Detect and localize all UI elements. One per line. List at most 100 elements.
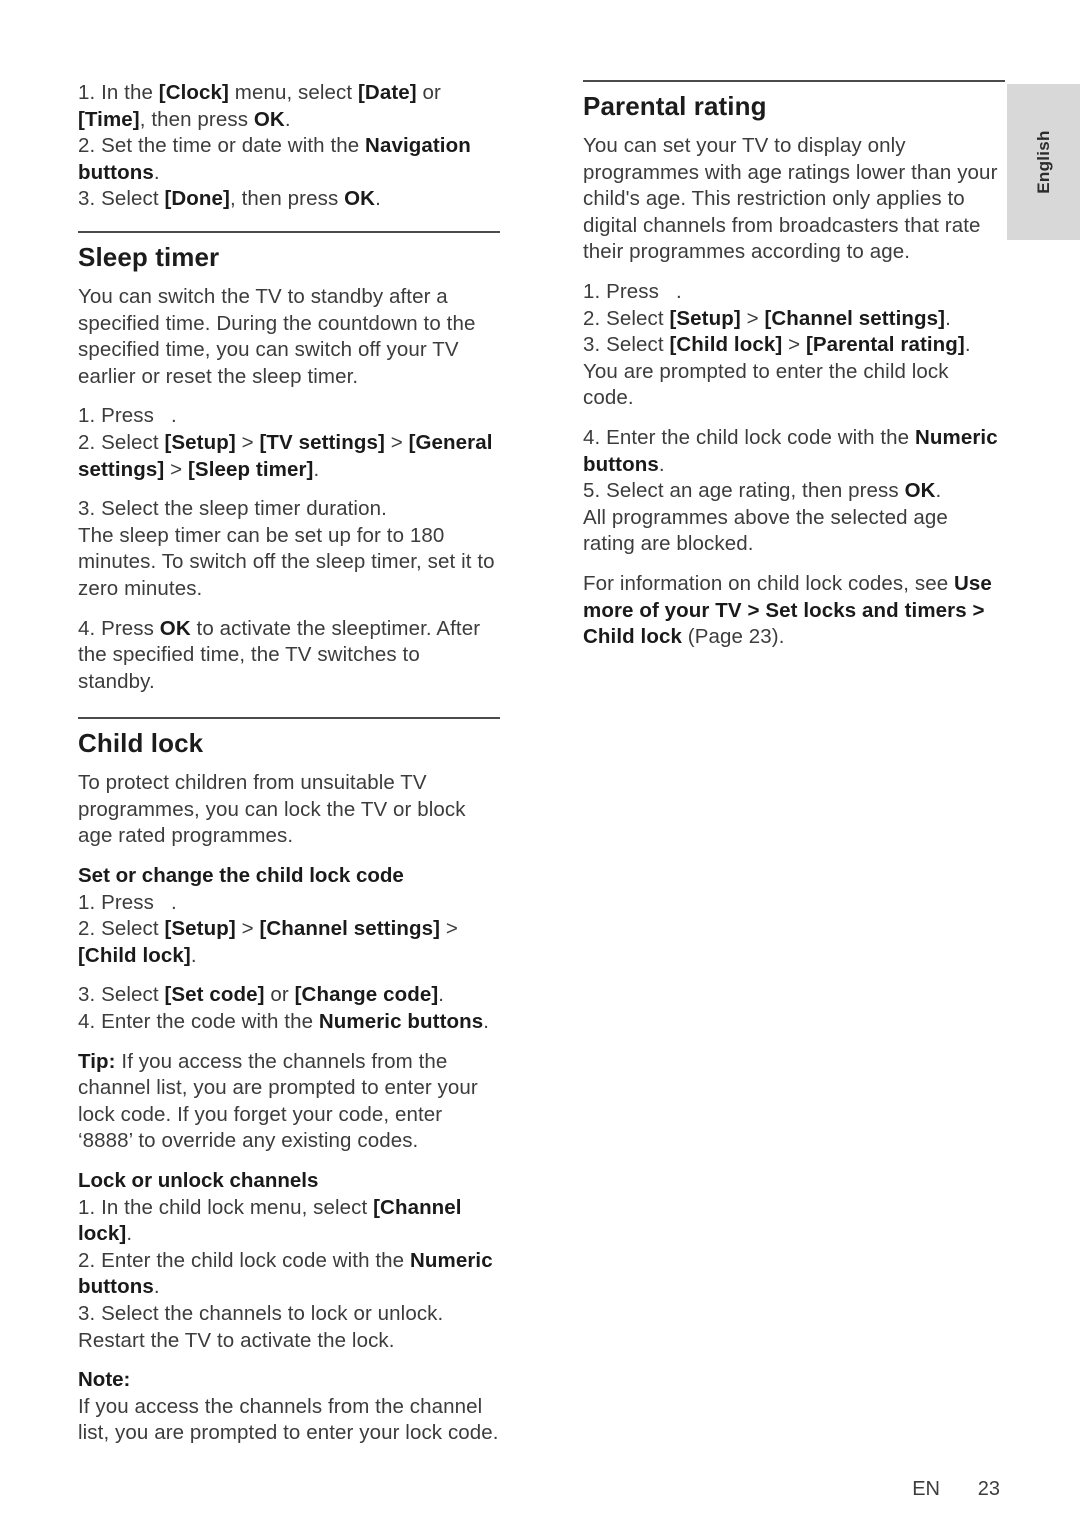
tip-label: Tip: [78, 1049, 116, 1073]
clock-step1-end: . [284, 107, 291, 131]
ok-token-2: OK [344, 187, 376, 211]
pr-step1: 1. Press [583, 279, 659, 303]
clock-step2-end: . [153, 160, 160, 184]
pr-step2-end: . [945, 306, 951, 330]
sleep-timer-step-4: 4. Press OK to activate the sleeptimer. … [78, 616, 500, 696]
footer-language-code: EN [912, 1478, 940, 1500]
lu-step2-prefix: 2. Enter the child lock code with the [78, 1248, 410, 1272]
lu-step1-prefix: 1. In the child lock menu, select [78, 1195, 374, 1219]
lu-step1-end: . [126, 1222, 133, 1246]
clock-menu-token: [Clock] [158, 81, 229, 104]
left-column: 1. In the [Clock] menu, select [Date] or… [78, 80, 500, 1460]
note-label: Note: [78, 1368, 131, 1392]
pr-step1-end: . [676, 279, 682, 303]
pr-gt-1: > [740, 306, 765, 330]
tip-body: If you access the channels from the chan… [78, 1049, 478, 1153]
setup-token-cl: [Setup] [164, 917, 236, 941]
xref-prefix: For information on child lock codes, see [583, 571, 954, 595]
pr-step3-end: . [964, 333, 971, 357]
pr-step5-prefix: 5. Select an age rating, then press [583, 479, 905, 503]
child-lock-token-cl: [Child lock] [78, 943, 191, 967]
sleep-gt-1: > [235, 430, 260, 454]
cl-step2-end: . [190, 943, 197, 967]
cl-step1-end: . [171, 890, 177, 914]
clock-step1-mid: menu, select [228, 81, 358, 104]
sleep-timer-token: [Sleep timer] [188, 457, 314, 481]
parental-rating-intro: You can set your TV to display only prog… [583, 134, 998, 264]
ok-token-1: OK [253, 107, 285, 131]
child-lock-intro: To protect children from unsuitable TV p… [78, 771, 466, 848]
sleep-gt-2: > [384, 430, 409, 454]
tv-settings-token: [TV settings] [259, 430, 385, 454]
lock-unlock-steps: 1. In the child lock menu, select [Chann… [78, 1195, 500, 1355]
sleep-step1-end: . [171, 404, 177, 428]
heading-sleep-timer: Sleep timer [78, 241, 220, 272]
channel-settings-token-pr: [Channel settings] [764, 306, 946, 330]
right-column: Parental rating You can set your TV to d… [583, 80, 1005, 664]
child-lock-token-pr: [Child lock] [669, 333, 783, 357]
sleep-step2-prefix: 2. Select [78, 430, 165, 454]
clock-steps-paragraph: 1. In the [Clock] menu, select [Date] or… [78, 80, 500, 213]
heading-child-lock: Child lock [78, 728, 204, 759]
pr-step4-prefix: 4. Enter the child lock code with the [583, 425, 915, 449]
cl-step3-or: or [264, 983, 295, 1007]
setup-token-pr: [Setup] [669, 306, 741, 330]
sleep-step1: 1. Press [78, 404, 154, 428]
numeric-buttons-token-1: Numeric buttons [318, 1010, 484, 1034]
clock-step3-prefix: 3. Select [78, 187, 165, 211]
parental-rating-token: [Parental rating] [805, 333, 965, 357]
time-token: [Time] [78, 107, 140, 131]
subheading-lock-unlock-channels: Lock or unlock channels [78, 1169, 319, 1192]
pr-step2-prefix: 2. Select [583, 306, 670, 330]
sleep-timer-step-3: 3. Select the sleep timer duration. The … [78, 496, 500, 602]
page-footer: EN 23 [0, 1478, 1000, 1501]
date-token: [Date] [357, 81, 417, 104]
cl-step3-prefix: 3. Select [78, 983, 165, 1007]
pr-gt-2: > [782, 333, 806, 357]
subheading-set-change-code: Set or change the child lock code [78, 864, 404, 888]
parental-rating-steps-4-5: 4. Enter the child lock code with the Nu… [583, 425, 1005, 558]
sleep-step3-note: The sleep timer can be set up for to 180… [78, 523, 495, 600]
section-child-lock: Child lock [78, 717, 500, 759]
footer-page-number: 23 [977, 1478, 1000, 1500]
cl-step4-end: . [483, 1010, 490, 1034]
pr-step5-note: All programmes above the selected age ra… [583, 505, 948, 556]
change-code-token: [Change code] [294, 983, 439, 1007]
sleep-gt-3: > [164, 457, 188, 481]
setup-token-sleep: [Setup] [164, 430, 236, 454]
clock-step1-prefix: 1. In the [78, 81, 159, 104]
sleep-timer-intro: You can switch the TV to standby after a… [78, 284, 476, 388]
cl-step3-end: . [438, 983, 445, 1007]
ok-token-3: OK [159, 616, 191, 640]
sleep-step3: 3. Select the sleep timer duration. [78, 497, 387, 521]
section-parental-rating: Parental rating [583, 80, 1005, 122]
done-token: [Done] [164, 187, 230, 211]
section-sleep-timer: Sleep timer [78, 230, 500, 273]
clock-step1-then: , then press [139, 107, 254, 131]
parental-rating-crossref: For information on child lock codes, see… [583, 571, 1005, 651]
xref-page: (Page 23). [681, 625, 785, 649]
clock-step1-or: or [416, 81, 441, 104]
clock-step3-mid: , then press [229, 187, 345, 211]
cl-gt-1: > [235, 917, 260, 941]
parental-rating-steps-1-3: 1. Press. 2. Select [Setup] > [Channel s… [583, 279, 1005, 412]
pr-step3-note: You are prompted to enter the child lock… [583, 359, 949, 410]
lu-step2-end: . [153, 1275, 160, 1299]
clock-step2-prefix: 2. Set the time or date with the [78, 134, 366, 158]
pr-step5-end: . [935, 479, 942, 503]
cl-step4-prefix: 4. Enter the code with the [78, 1010, 319, 1034]
cl-step1: 1. Press [78, 890, 154, 914]
child-lock-steps-1-2: 1. Press. 2. Select [Setup] > [Channel s… [78, 890, 500, 970]
note-body: If you access the channels from the chan… [78, 1394, 499, 1445]
heading-parental-rating: Parental rating [583, 91, 767, 121]
child-lock-steps-3-4: 3. Select [Set code] or [Change code]. 4… [78, 982, 500, 1035]
pr-step3-prefix: 3. Select [583, 333, 670, 357]
language-tab-label: English [1033, 130, 1053, 194]
pr-step4-end: . [658, 452, 665, 476]
language-tab: English [1007, 84, 1080, 240]
set-code-token: [Set code] [164, 983, 265, 1007]
sleep-step2-end: . [313, 457, 320, 481]
child-lock-tip: Tip: If you access the channels from the… [78, 1049, 500, 1155]
cl-gt-2: > [440, 917, 458, 941]
sleep-timer-steps-1-2: 1. Press. 2. Select [Setup] > [TV settin… [78, 403, 500, 483]
